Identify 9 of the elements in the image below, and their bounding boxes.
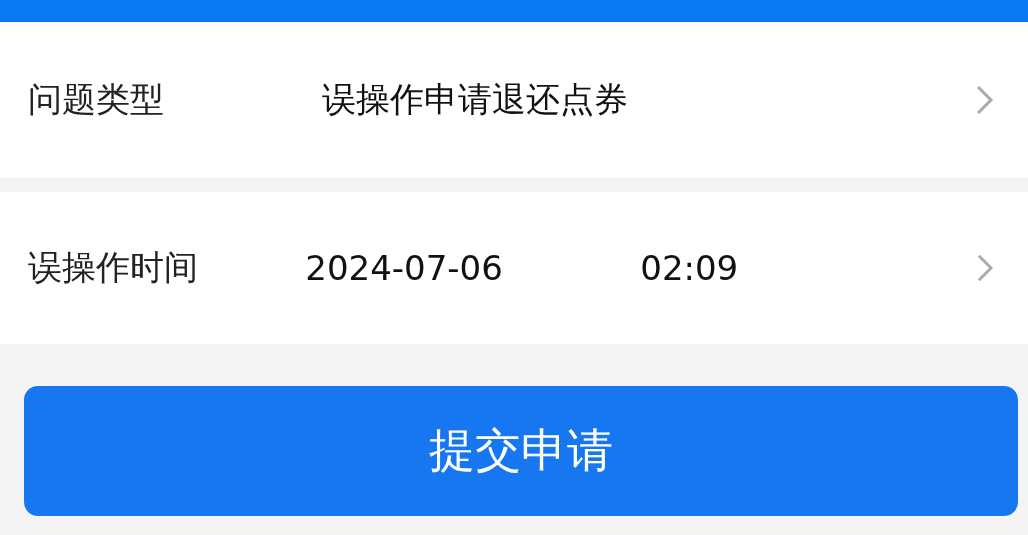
field-label: 误操作时间 (28, 246, 199, 289)
field-value: 02:09 (640, 248, 740, 288)
field-value: 误操作申请退还点券 (322, 78, 629, 121)
form-row[interactable]: 误操作时间 2024-07-06 02:09 (0, 192, 1028, 344)
field-label: 问题类型 (28, 78, 165, 121)
form-row[interactable]: 问题类型 误操作申请退还点券 (0, 22, 1028, 178)
field-value: 2024-07-06 (305, 248, 504, 288)
chevron-right-icon (974, 83, 996, 117)
submit-button[interactable]: 提交申请 (24, 386, 1018, 516)
